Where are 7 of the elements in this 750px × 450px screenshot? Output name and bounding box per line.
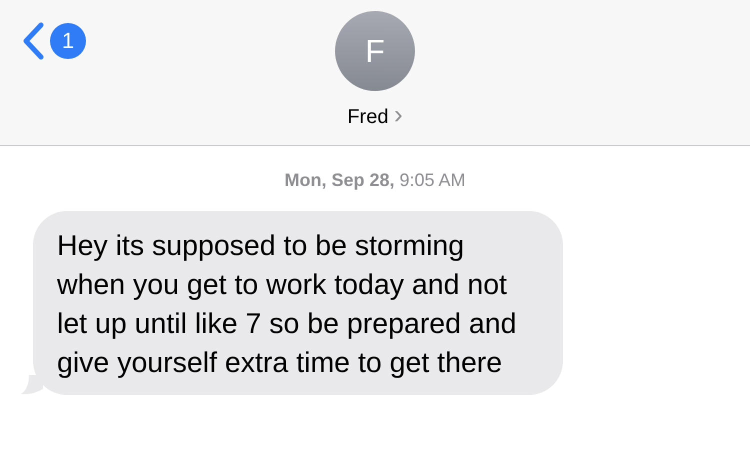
contact-avatar[interactable]: F	[335, 11, 415, 91]
unread-count-badge: 1	[50, 23, 86, 59]
received-message-bubble: Hey its supposed to be storming when you get to work today and not let up until like 7 so be prepared and give yourself extra time to get there	[33, 211, 563, 395]
contact-name-link[interactable]: Fred ›	[347, 99, 403, 130]
message-timestamp: Mon, Sep 28, 9:05 AM	[283, 170, 467, 191]
back-chevron-icon	[22, 22, 44, 60]
back-button[interactable]: 1	[22, 22, 86, 60]
